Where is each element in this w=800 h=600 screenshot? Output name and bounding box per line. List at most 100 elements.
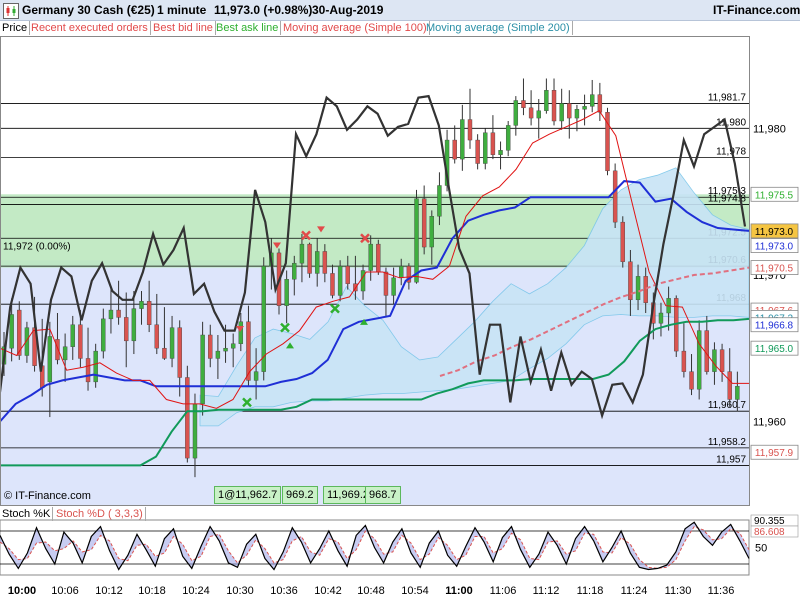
stoch-k-label[interactable]: Stoch %K bbox=[0, 507, 54, 521]
site-label: IT-Finance.com bbox=[713, 3, 800, 17]
order-tooltip-4: 968.7 bbox=[365, 486, 401, 504]
x-tick: 10:06 bbox=[51, 585, 79, 597]
legend-ma200[interactable]: Moving average (Simple 200) bbox=[424, 21, 573, 35]
level-label: 11,981.7 bbox=[708, 92, 747, 103]
candle bbox=[376, 239, 381, 275]
level-label: 11,957 bbox=[716, 454, 746, 465]
candle-body bbox=[689, 371, 694, 390]
candle-body bbox=[383, 271, 389, 296]
x-tick: 10:48 bbox=[357, 585, 385, 597]
x-tick: 10:36 bbox=[270, 585, 298, 597]
candle-body bbox=[146, 301, 152, 325]
candle-body bbox=[376, 243, 381, 273]
candle-body bbox=[124, 317, 129, 342]
candle-body bbox=[712, 349, 717, 372]
candle-body bbox=[727, 371, 732, 400]
x-axis: 10:00 10:06 10:12 10:18 10:24 10:30 10:3… bbox=[0, 582, 800, 600]
candle-body bbox=[345, 265, 350, 284]
candle-body bbox=[208, 334, 213, 359]
timeframe-label[interactable]: 1 minute bbox=[157, 3, 206, 17]
candle-body bbox=[505, 125, 511, 151]
candle-body bbox=[154, 324, 159, 349]
candle-body bbox=[284, 279, 289, 306]
candle-body bbox=[215, 350, 221, 359]
x-tick: 11:24 bbox=[620, 585, 648, 597]
candle bbox=[261, 257, 266, 381]
price-tag: 11,970.5 bbox=[750, 260, 799, 275]
candle-body bbox=[139, 301, 144, 309]
candle-body bbox=[490, 132, 496, 155]
price-tag: 11,957.9 bbox=[750, 444, 799, 460]
candle-body bbox=[704, 330, 710, 372]
reference-label: 11,972 (0.00%) bbox=[3, 242, 71, 253]
price-tag: 11,965.0 bbox=[750, 340, 799, 356]
candle-body bbox=[223, 347, 228, 352]
candle bbox=[483, 128, 488, 170]
candle-body bbox=[9, 314, 14, 349]
candle-body bbox=[612, 170, 618, 223]
candle-body bbox=[399, 265, 404, 279]
candle-body bbox=[483, 132, 488, 164]
stoch-value-text: 86.608 bbox=[754, 527, 785, 538]
x-tick: 10:42 bbox=[314, 585, 342, 597]
stoch-mid-tick: 50 bbox=[755, 543, 767, 555]
legend-best-bid[interactable]: Best bid line bbox=[151, 21, 216, 35]
x-tick: 10:12 bbox=[95, 585, 123, 597]
candle-body bbox=[544, 90, 549, 111]
candle-body bbox=[498, 150, 503, 155]
stoch-d-label[interactable]: Stoch %D ( 3,3,3) bbox=[54, 507, 146, 521]
candle-body bbox=[230, 343, 236, 349]
stoch-value-text: 90.355 bbox=[754, 516, 785, 527]
candle-body bbox=[315, 251, 320, 274]
candle-body bbox=[582, 106, 587, 110]
candle-body bbox=[85, 358, 91, 383]
candle-body bbox=[467, 119, 473, 141]
price-change: 11,973.0 (+0.98%) bbox=[214, 3, 313, 17]
candle-body bbox=[567, 103, 572, 119]
candle bbox=[674, 295, 679, 357]
x-tick: 10:24 bbox=[182, 585, 210, 597]
x-tick: 11:36 bbox=[707, 585, 735, 597]
candle-body bbox=[368, 243, 373, 271]
price-tag-text: 11,973.0 bbox=[755, 227, 794, 238]
order-tooltip-1: 1@11,962.7 bbox=[214, 486, 282, 504]
candle-body bbox=[185, 377, 190, 459]
candle-body bbox=[307, 243, 312, 274]
x-tick: 11:12 bbox=[532, 585, 560, 597]
candle-body bbox=[253, 371, 259, 381]
x-tick: 11:30 bbox=[664, 585, 692, 597]
candle-body bbox=[131, 308, 137, 342]
instrument-title: Germany 30 Cash (€25) bbox=[22, 3, 155, 17]
candle-body bbox=[93, 350, 98, 383]
title-bar: Germany 30 Cash (€25) 1 minute 11,973.0 … bbox=[0, 0, 800, 21]
y-tick-label: 11,980 bbox=[753, 123, 786, 135]
candle-body bbox=[360, 270, 366, 292]
x-tick: 11:06 bbox=[489, 585, 517, 597]
price-tag: 11,966.8 bbox=[750, 317, 799, 333]
order-tooltip-2: 969.2 bbox=[282, 486, 318, 504]
candle-body bbox=[101, 318, 106, 352]
candle-body bbox=[238, 321, 244, 344]
candle-body bbox=[421, 198, 427, 248]
candle-body bbox=[108, 309, 114, 320]
legend-recent-orders[interactable]: Recent executed orders bbox=[29, 21, 151, 35]
x-tick: 10:30 bbox=[226, 585, 254, 597]
candle-body bbox=[475, 139, 480, 164]
candle-body bbox=[643, 276, 648, 303]
x-tick: 11:18 bbox=[576, 585, 604, 597]
candle-body bbox=[735, 386, 740, 400]
chart-type-icon[interactable] bbox=[3, 3, 19, 19]
candle-body bbox=[169, 327, 175, 359]
candle-body bbox=[437, 185, 442, 217]
x-tick: 10:00 bbox=[7, 585, 37, 597]
candle-body bbox=[55, 339, 60, 361]
candle-body bbox=[162, 347, 167, 359]
candle bbox=[307, 242, 312, 278]
legend-price[interactable]: Price bbox=[0, 21, 31, 35]
candle-body bbox=[597, 94, 603, 113]
candle-body bbox=[521, 100, 526, 109]
price-tag: 11,973.0 bbox=[750, 238, 799, 253]
legend-best-ask[interactable]: Best ask line bbox=[214, 21, 282, 35]
candle-body bbox=[513, 100, 519, 126]
legend-ma100[interactable]: Moving average (Simple 100) bbox=[281, 21, 430, 35]
